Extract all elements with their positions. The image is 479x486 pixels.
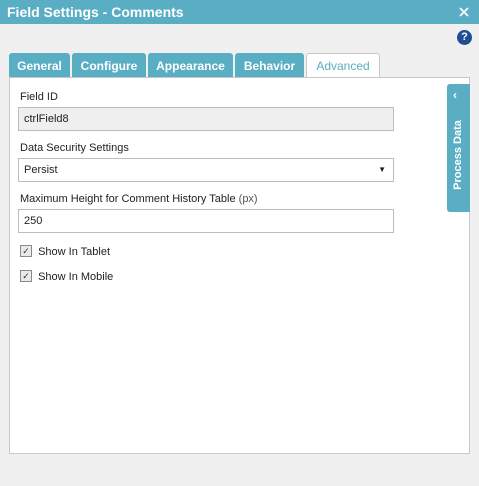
tab-advanced[interactable]: Advanced xyxy=(306,53,380,78)
dropdown-arrow-icon: ▼ xyxy=(378,165,386,174)
show-in-mobile-label: Show In Mobile xyxy=(38,271,114,283)
help-icon[interactable]: ? xyxy=(457,30,472,45)
close-icon[interactable] xyxy=(457,5,471,19)
field-id-input[interactable]: ctrlField8 xyxy=(18,107,394,131)
show-in-tablet-label: Show In Tablet xyxy=(38,246,111,258)
max-height-input[interactable]: 250 xyxy=(18,209,394,233)
process-data-label: Process Data xyxy=(452,120,464,190)
show-in-mobile-checkbox[interactable]: ✓ xyxy=(20,270,32,283)
field-id-label: Field ID xyxy=(20,91,58,103)
dialog-titlebar: Field Settings - Comments xyxy=(0,0,479,24)
show-in-tablet-row[interactable]: ✓ Show In Tablet xyxy=(20,245,111,260)
dialog-title: Field Settings - Comments xyxy=(7,4,184,20)
show-in-mobile-row[interactable]: ✓ Show In Mobile xyxy=(20,270,114,285)
process-data-panel-toggle[interactable]: ‹ Process Data xyxy=(447,84,470,212)
tab-behavior[interactable]: Behavior xyxy=(235,53,304,77)
tab-configure[interactable]: Configure xyxy=(72,53,146,77)
data-security-select[interactable]: Persist ▼ xyxy=(18,158,394,182)
data-security-value: Persist xyxy=(24,164,58,176)
tab-panel xyxy=(9,77,470,454)
chevron-left-icon: ‹ xyxy=(453,88,457,102)
data-security-label: Data Security Settings xyxy=(20,142,129,154)
max-height-label-text: Maximum Height for Comment History Table xyxy=(20,193,236,205)
show-in-tablet-checkbox[interactable]: ✓ xyxy=(20,245,32,258)
max-height-label: Maximum Height for Comment History Table… xyxy=(20,193,258,205)
tab-appearance[interactable]: Appearance xyxy=(148,53,233,77)
tab-general[interactable]: General xyxy=(9,53,70,77)
max-height-unit: (px) xyxy=(238,193,258,205)
